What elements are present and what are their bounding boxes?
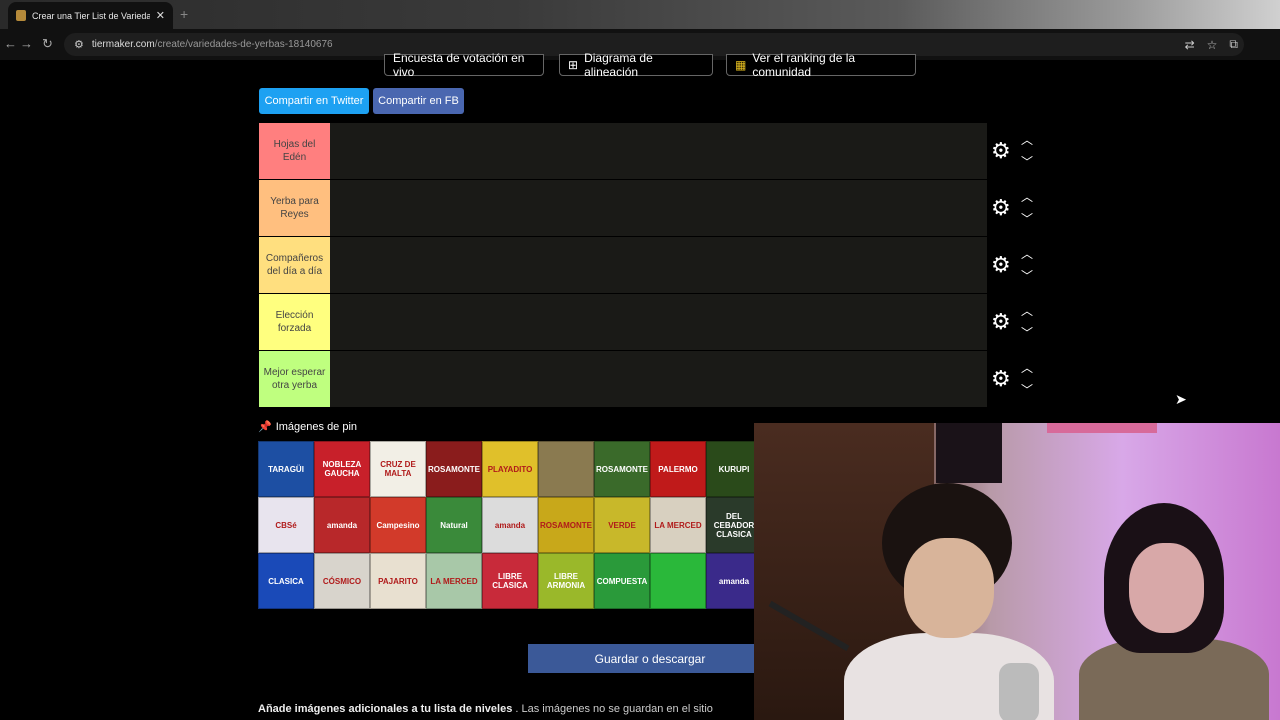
tier-drop-zone[interactable] [330, 237, 987, 293]
footer-note: Añade imágenes adicionales a tu lista de… [258, 703, 713, 715]
webcam-background-shelf [936, 423, 1002, 483]
pin-images-title: Imágenes de pin [275, 420, 358, 433]
ranking-grid-icon: ▦ [735, 58, 747, 72]
live-poll-label: Encuesta de votación en vivo [393, 51, 525, 79]
close-tab-icon[interactable]: ✕ [156, 9, 165, 22]
webcam-background-lightstrip [1047, 423, 1157, 433]
community-ranking-button[interactable]: ▦ Ver el ranking de la comunidad [726, 51, 916, 79]
yerba-image[interactable]: NOBLEZA GAUCHA [314, 441, 370, 497]
tier-controls: ⚙ ︿ ﹀ [987, 237, 1043, 293]
yerba-image[interactable]: amanda [482, 497, 538, 553]
tier-drop-zone[interactable] [330, 294, 987, 350]
move-down-icon[interactable]: ﹀ [1021, 213, 1033, 225]
yerba-image[interactable]: ROSAMONTE [538, 497, 594, 553]
move-down-icon[interactable]: ﹀ [1021, 156, 1033, 168]
move-up-icon[interactable]: ︿ [1021, 134, 1033, 146]
url-text: tiermaker.com/create/variedades-de-yerba… [91, 39, 333, 50]
yerba-image[interactable]: Natural [426, 497, 482, 553]
back-icon[interactable]: ← [4, 36, 17, 51]
yerba-image[interactable]: amanda [314, 497, 370, 553]
tier-drop-zone[interactable] [330, 180, 987, 236]
tier-row: Hojas del Edén ⚙ ︿ ﹀ [259, 123, 1043, 180]
tier-controls: ⚙ ︿ ﹀ [987, 123, 1043, 179]
yerba-image[interactable]: PAJARITO [370, 553, 426, 609]
browser-tab[interactable]: Crear una Tier List de Variedade ✕ [8, 2, 173, 29]
yerba-image[interactable]: PLAYADITO [482, 441, 538, 497]
yerba-image[interactable]: CRUZ DE MALTA [370, 441, 426, 497]
tier-drop-zone[interactable] [330, 123, 987, 179]
translate-icon[interactable]: ⇄ [1185, 38, 1195, 52]
tier-row: Yerba para Reyes ⚙ ︿ ﹀ [259, 180, 1043, 237]
webcam-overlay [754, 423, 1280, 720]
move-down-icon[interactable]: ﹀ [1021, 384, 1033, 396]
live-poll-button[interactable]: Encuesta de votación en vivo [384, 51, 544, 79]
tier-label[interactable]: Yerba para Reyes [259, 180, 330, 236]
tier-controls: ⚙ ︿ ﹀ [987, 294, 1043, 350]
gear-icon[interactable]: ⚙ [991, 254, 1011, 276]
gear-icon[interactable]: ⚙ [991, 140, 1011, 162]
footer-note-text: . Las imágenes no se guardan en el sitio [512, 703, 713, 715]
yerba-image[interactable]: LIBRE ARMONIA [538, 553, 594, 609]
address-bar-actions: ⇄ ☆ ⧉ [1185, 33, 1244, 56]
browser-tab-strip: Crear una Tier List de Variedade ✕ + [0, 0, 1280, 29]
yerba-image[interactable]: PALERMO [650, 441, 706, 497]
yerba-image[interactable]: CBSé [258, 497, 314, 553]
tier-label[interactable]: Elección forzada [259, 294, 330, 350]
yerba-image[interactable]: LA MERCED [650, 497, 706, 553]
tier-label[interactable]: Compañeros del día a día [259, 237, 330, 293]
microphone [999, 663, 1039, 720]
forward-icon[interactable]: → [20, 36, 33, 51]
mouse-cursor-icon: ➤ [1175, 391, 1187, 407]
cohost-person [1074, 503, 1274, 720]
gear-icon[interactable]: ⚙ [991, 368, 1011, 390]
alignment-chart-label: Diagrama de alineación [584, 51, 653, 79]
yerba-image[interactable]: VERDE [594, 497, 650, 553]
move-up-icon[interactable]: ︿ [1021, 305, 1033, 317]
pin-images-header: 📌 Imágenes de pin [258, 420, 358, 434]
new-tab-button[interactable]: + [180, 6, 188, 22]
yerba-image[interactable]: TARAGÜI [258, 441, 314, 497]
yerba-image[interactable]: CLASICA [258, 553, 314, 609]
grid-icon: ⊞ [568, 58, 579, 72]
move-down-icon[interactable]: ﹀ [1021, 270, 1033, 282]
tier-list: Hojas del Edén ⚙ ︿ ﹀ Yerba para Reyes ⚙ … [258, 122, 1044, 407]
share-twitter-button[interactable]: Compartir en Twitter [259, 88, 369, 114]
tier-controls: ⚙ ︿ ﹀ [987, 351, 1043, 407]
tier-row: Mejor esperar otra yerba ⚙ ︿ ﹀ [259, 351, 1043, 408]
gear-icon[interactable]: ⚙ [991, 197, 1011, 219]
yerba-image[interactable] [650, 553, 706, 609]
tier-row: Elección forzada ⚙ ︿ ﹀ [259, 294, 1043, 351]
gear-icon[interactable]: ⚙ [991, 311, 1011, 333]
yerba-image[interactable]: LA MERCED [426, 553, 482, 609]
yerba-image[interactable]: Campesino [370, 497, 426, 553]
tier-drop-zone[interactable] [330, 351, 987, 407]
tier-label[interactable]: Hojas del Edén [259, 123, 330, 179]
move-up-icon[interactable]: ︿ [1021, 191, 1033, 203]
pin-icon: 📌 [258, 421, 272, 433]
yerba-image[interactable]: CÓSMICO [314, 553, 370, 609]
community-ranking-label: Ver el ranking de la comunidad [752, 51, 856, 79]
extensions-icon[interactable]: ⧉ [1229, 37, 1238, 52]
site-settings-icon[interactable]: ⚙ [74, 38, 84, 51]
save-download-button[interactable]: Guardar o descargar [528, 644, 772, 673]
share-facebook-button[interactable]: Compartir en FB [373, 88, 464, 114]
yerba-image[interactable]: ROSAMONTE [426, 441, 482, 497]
move-up-icon[interactable]: ︿ [1021, 248, 1033, 260]
yerba-image[interactable]: LIBRE CLASICA [482, 553, 538, 609]
move-down-icon[interactable]: ﹀ [1021, 327, 1033, 339]
tiermaker-favicon-icon [16, 10, 26, 21]
add-images-link[interactable]: Añade imágenes adicionales a tu lista de… [258, 703, 512, 715]
tier-label[interactable]: Mejor esperar otra yerba [259, 351, 330, 407]
bookmark-star-icon[interactable]: ☆ [1207, 38, 1218, 52]
yerba-image-pool: TARAGÜI NOBLEZA GAUCHA CRUZ DE MALTA ROSAMO… [258, 441, 762, 609]
alignment-chart-button[interactable]: ⊞ Diagrama de alineación [559, 51, 713, 79]
tier-row: Compañeros del día a día ⚙ ︿ ﹀ [259, 237, 1043, 294]
yerba-image[interactable] [538, 441, 594, 497]
yerba-image[interactable]: ROSAMONTE [594, 441, 650, 497]
reload-icon[interactable]: ↻ [42, 36, 53, 52]
move-up-icon[interactable]: ︿ [1021, 362, 1033, 374]
tab-title: Crear una Tier List de Variedade [32, 10, 150, 21]
tier-controls: ⚙ ︿ ﹀ [987, 180, 1043, 236]
yerba-image[interactable]: COMPUESTA [594, 553, 650, 609]
